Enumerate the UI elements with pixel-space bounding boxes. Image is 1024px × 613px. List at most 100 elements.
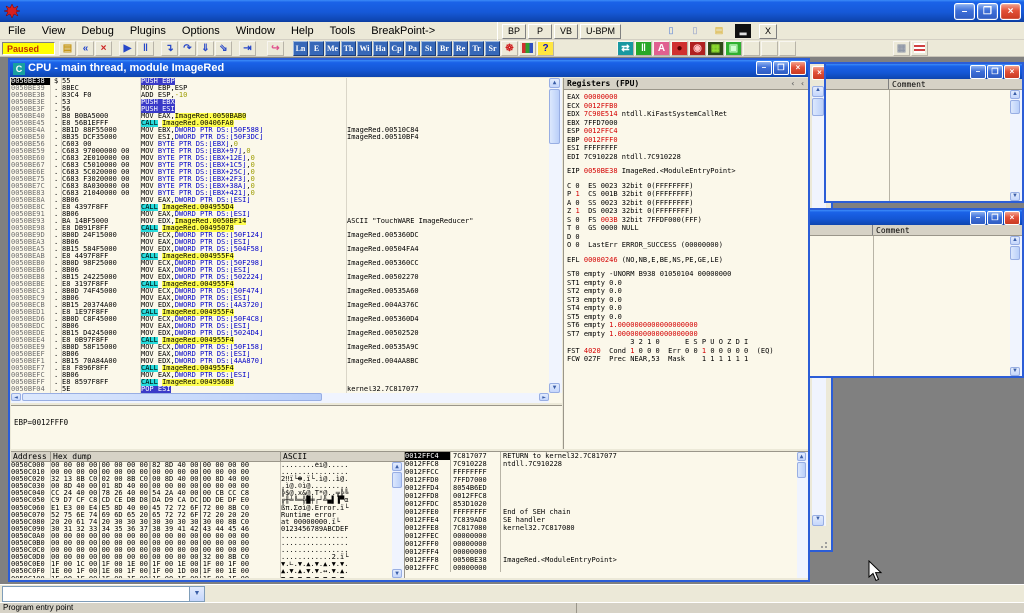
- disasm-row[interactable]: 0050BECB.8B15 20374A00MOV EDX,DWORD PTR …: [11, 302, 549, 309]
- stack-row[interactable]: 0012FFC87C910228ntdll.7C910228: [405, 460, 797, 468]
- menu-file[interactable]: File: [0, 24, 34, 38]
- chevron-down-icon[interactable]: ▼: [189, 587, 204, 601]
- close-button[interactable]: ×: [1000, 3, 1021, 20]
- disasm-row[interactable]: 0050BEA3.8B06MOV EAX,DWORD PTR DS:[ESI]: [11, 239, 549, 246]
- disasm-row[interactable]: 0050BE8A.8B06MOV EAX,DWORD PTR DS:[ESI]: [11, 197, 549, 204]
- resize-grip[interactable]: [820, 539, 830, 549]
- disasm-row[interactable]: 0050BF04.5EPOP ESIkernel32.7C817077: [11, 386, 549, 393]
- pluginbar-button-u-bpm[interactable]: U-BPM: [580, 24, 621, 39]
- stack-row[interactable]: 0012FFC47C817077RETURN to kernel32.7C817…: [405, 452, 797, 460]
- comment-window-1-titlebar[interactable]: – ❐ ×: [826, 64, 1022, 79]
- register-line[interactable]: ST7 empty 1.0000000000000000000: [567, 330, 808, 339]
- comment-window-1-columns[interactable]: Comment: [826, 79, 1022, 90]
- stack-row[interactable]: 0012FFDC853D1020: [405, 500, 797, 508]
- stack-row[interactable]: 0012FFF400000000: [405, 548, 797, 556]
- pluginbar-button-p[interactable]: P: [528, 24, 552, 39]
- minimize-button[interactable]: –: [954, 3, 975, 20]
- disassembly-vscrollbar[interactable]: ▲ ▼: [549, 78, 562, 393]
- stack-row[interactable]: 0012FFE87C817080kernel32.7C817080: [405, 524, 797, 532]
- disasm-row[interactable]: 0050BE91.8B06MOV EAX,DWORD PTR DS:[ESI]: [11, 211, 549, 218]
- disasm-row[interactable]: 0050BE50.8B35 DCF35000MOV ESI,DWORD PTR …: [11, 134, 549, 141]
- maximize-button[interactable]: ❐: [987, 65, 1003, 79]
- disasm-row[interactable]: 0050BEBE.E8 3197F8FFCALL ImageRed.004955…: [11, 281, 549, 288]
- register-line[interactable]: D 0: [567, 233, 808, 242]
- maximize-button[interactable]: ❐: [987, 211, 1003, 225]
- register-line[interactable]: EFL 00000246 (NO,NB,E,BE,NS,PE,GE,LE): [567, 256, 808, 265]
- disasm-row[interactable]: 0050BE38$55PUSH EBP: [11, 78, 549, 85]
- stack-row[interactable]: 0012FFF80050BE38ImageRed.<ModuleEntryPoi…: [405, 556, 797, 564]
- toolbar-button-wi[interactable]: Wi: [357, 41, 372, 56]
- pause-icon[interactable]: ‖: [137, 41, 154, 56]
- disassembly-hscrollbar[interactable]: ◄ ►: [11, 393, 549, 403]
- toolbar-button-re[interactable]: Re: [453, 41, 468, 56]
- blank-button[interactable]: [761, 41, 778, 56]
- register-line[interactable]: Z 1 DS 0023 32bit 0(FFFFFFFF): [567, 207, 808, 216]
- pluginbar-button-bp[interactable]: BP: [502, 24, 526, 39]
- toolbar-button-me[interactable]: Me: [325, 41, 340, 56]
- comment-window-2-columns[interactable]: Comment: [810, 225, 1022, 236]
- disasm-row[interactable]: 0050BE93.BA 14BF5000MOV EDX,ImageRed.005…: [11, 218, 549, 225]
- menu-breakpoint[interactable]: BreakPoint->: [363, 24, 443, 38]
- menu-help[interactable]: Help: [283, 24, 322, 38]
- disasm-row[interactable]: 0050BE98.E8 DB91F8FFCALL ImageRed.004950…: [11, 225, 549, 232]
- minimize-button[interactable]: –: [970, 65, 986, 79]
- stack-row[interactable]: 0012FFD48054B6ED: [405, 484, 797, 492]
- breakpoint-icon[interactable]: ●: [671, 41, 688, 56]
- swap-threads-icon[interactable]: ⇄: [617, 41, 634, 56]
- spiral-icon[interactable]: ◉: [689, 41, 706, 56]
- close-program-icon[interactable]: ×: [95, 41, 112, 56]
- toolbar-button-st[interactable]: St: [421, 41, 436, 56]
- register-line[interactable]: EBX 7FFD7000: [567, 119, 808, 128]
- hexdump-row[interactable]: 0050C1001F 00 1F 00|1F 00 1F 00|1F 00 1F…: [11, 576, 392, 579]
- close-icon[interactable]: ×: [1004, 211, 1020, 225]
- register-line[interactable]: ST2 empty 0.0: [567, 287, 808, 296]
- toolbar-button-e[interactable]: E: [309, 41, 324, 56]
- disasm-row[interactable]: 0050BE40.B8 B0BA5000MOV EAX,ImageRed.005…: [11, 113, 549, 120]
- pause-threads-icon[interactable]: ‖: [635, 41, 652, 56]
- stack-row[interactable]: 0012FFFC00000000: [405, 564, 797, 572]
- menu-window[interactable]: Window: [228, 24, 283, 38]
- info-window-icon[interactable]: ▯: [687, 24, 703, 38]
- maximize-button[interactable]: ❐: [977, 3, 998, 20]
- restart-icon[interactable]: «: [77, 41, 94, 56]
- register-line[interactable]: ECX 0012FFB0: [567, 102, 808, 111]
- log-lines-icon[interactable]: [911, 41, 928, 56]
- register-line[interactable]: C 0 ES 0023 32bit 0(FFFFFFFF): [567, 182, 808, 191]
- grid-icon[interactable]: ▦: [893, 41, 910, 56]
- menu-view[interactable]: View: [34, 24, 74, 38]
- register-line[interactable]: T 0 GS 0000 NULL: [567, 224, 808, 233]
- register-line[interactable]: P 1 CS 001B 32bit 0(FFFFFFFF): [567, 190, 808, 199]
- register-line[interactable]: ST4 empty 0.0: [567, 304, 808, 313]
- go-to-address-icon[interactable]: ↪: [267, 41, 284, 56]
- run-icon[interactable]: ▶: [119, 41, 136, 56]
- stack-row[interactable]: 0012FFF000000000: [405, 540, 797, 548]
- minimize-button[interactable]: –: [756, 61, 772, 75]
- disasm-row[interactable]: 0050BE75.C683 F3020000 00MOV BYTE PTR DS…: [11, 176, 549, 183]
- disasm-row[interactable]: 0050BE39.8BECMOV EBP,ESP: [11, 85, 549, 92]
- toolbar-button-ln[interactable]: Ln: [293, 41, 308, 56]
- command-combobox[interactable]: ▼: [2, 586, 205, 602]
- animate-over-icon[interactable]: ⇘: [215, 41, 232, 56]
- toolbar-button-sr[interactable]: Sr: [485, 41, 500, 56]
- menu-tools[interactable]: Tools: [322, 24, 364, 38]
- new-window-icon[interactable]: ▯: [663, 24, 679, 38]
- console-icon[interactable]: ▂: [735, 24, 751, 38]
- register-line[interactable]: EIP 0050BE38 ImageRed.<ModuleEntryPoint>: [567, 167, 808, 176]
- disasm-row[interactable]: 0050BEB0.8B0D 98F25000MOV ECX,DWORD PTR …: [11, 260, 549, 267]
- disasm-row[interactable]: 0050BE6E.C683 5C020000 00MOV BYTE PTR DS…: [11, 169, 549, 176]
- blank-button[interactable]: [743, 41, 760, 56]
- animate-into-icon[interactable]: ⇓: [197, 41, 214, 56]
- disasm-row[interactable]: 0050BE67.C683 C5010000 00MOV BYTE PTR DS…: [11, 162, 549, 169]
- disasm-row[interactable]: 0050BEA5.8B15 584F5000MOV EDX,DWORD PTR …: [11, 246, 549, 253]
- toolbar-button-ha[interactable]: Ha: [373, 41, 388, 56]
- register-line[interactable]: FST 4020 Cond 1 0 0 0 Err 0 0 1 0 0 0 0 …: [567, 347, 808, 356]
- toolbar-button-br[interactable]: Br: [437, 41, 452, 56]
- disasm-row[interactable]: 0050BEF1.8B15 70A84A00MOV EDX,DWORD PTR …: [11, 358, 549, 365]
- menu-debug[interactable]: Debug: [73, 24, 121, 38]
- disasm-row[interactable]: 0050BEB6.8B06MOV EAX,DWORD PTR DS:[ESI]: [11, 267, 549, 274]
- disasm-row[interactable]: 0050BEDC.8B06MOV EAX,DWORD PTR DS:[ESI]: [11, 323, 549, 330]
- disasm-row[interactable]: 0050BE9D.8B0D 24F15000MOV ECX,DWORD PTR …: [11, 232, 549, 239]
- register-line[interactable]: A 0 SS 0023 32bit 0(FFFFFFFF): [567, 199, 808, 208]
- stack-row[interactable]: 0012FFD07FFD7000: [405, 476, 797, 484]
- close-icon[interactable]: ×: [1004, 65, 1020, 79]
